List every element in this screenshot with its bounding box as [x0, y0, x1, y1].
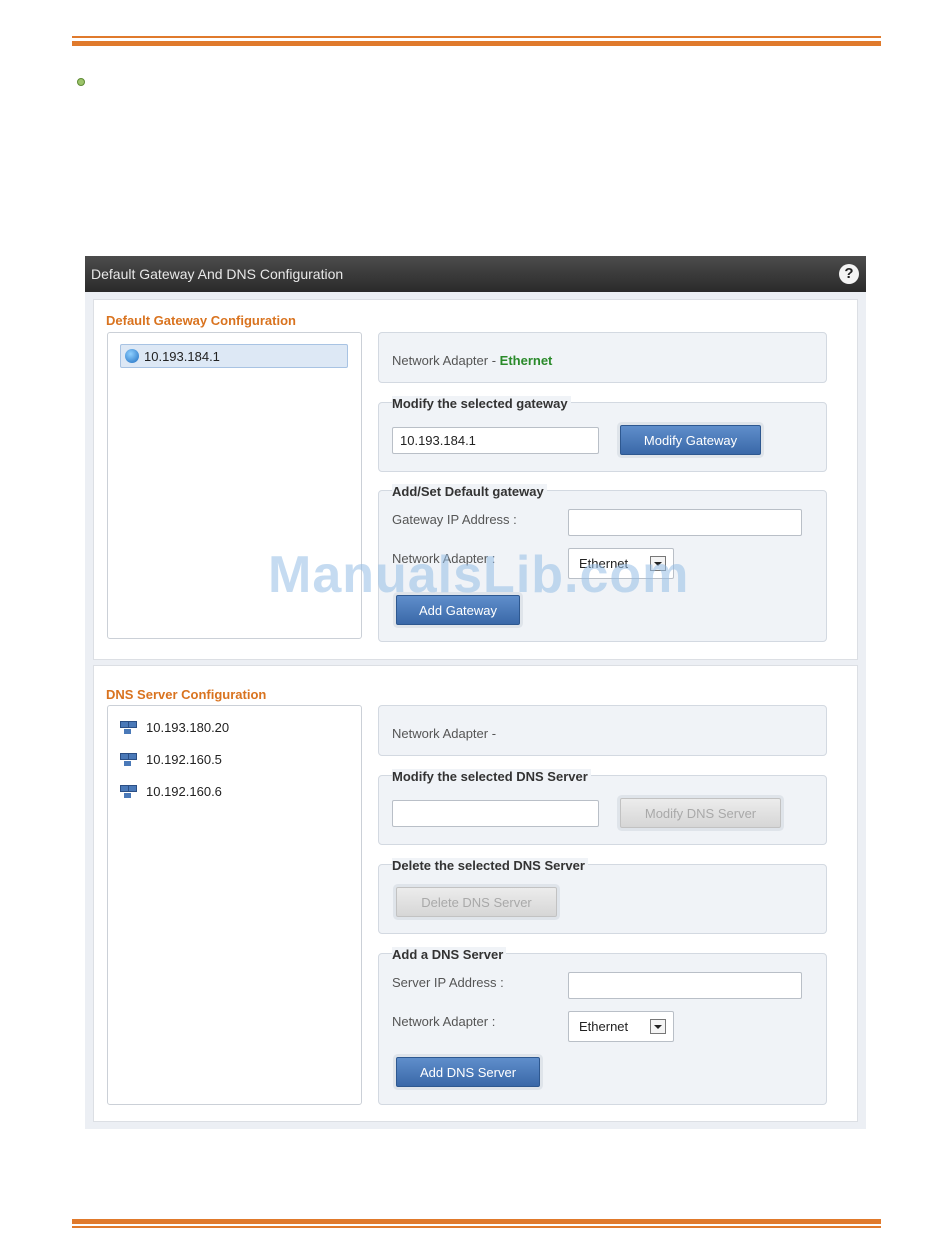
dns-config-window: Default Gateway And DNS Configuration ? …: [85, 256, 866, 1129]
gateway-adapter-select-label: Network Adapter :: [392, 551, 496, 566]
dns-list-item[interactable]: 10.192.160.6: [120, 780, 222, 804]
modify-dns-panel: Modify the selected DNS Server Modify DN…: [378, 769, 827, 845]
gateway-adapter-selected: Ethernet: [579, 556, 629, 571]
modify-dns-button[interactable]: Modify DNS Server: [620, 798, 781, 828]
top-rule: [72, 36, 881, 46]
dns-item-label: 10.192.160.6: [146, 784, 222, 799]
dns-list-item[interactable]: 10.192.160.5: [120, 748, 222, 772]
bottom-rule: [72, 1219, 881, 1228]
dns-item-label: 10.193.180.20: [146, 720, 230, 735]
dns-adapter-panel: Network Adapter -: [378, 705, 827, 756]
gateway-section: Default Gateway Configuration 10.193.184…: [93, 299, 858, 660]
add-gateway-button[interactable]: Add Gateway: [396, 595, 520, 625]
gateway-ip-label: Gateway IP Address :: [392, 512, 517, 527]
network-icon: [120, 721, 137, 734]
bullet-icon: [77, 78, 85, 86]
gateway-adapter-info: Network Adapter - Ethernet: [392, 353, 552, 368]
gateway-ip-input[interactable]: [568, 509, 802, 536]
network-icon: [120, 753, 137, 766]
delete-dns-title: Delete the selected DNS Server: [392, 858, 588, 873]
add-gateway-panel: Add/Set Default gateway Gateway IP Addre…: [378, 484, 827, 642]
dns-adapter-selected: Ethernet: [579, 1019, 629, 1034]
chevron-down-icon[interactable]: [650, 556, 666, 571]
dns-ip-input[interactable]: [568, 972, 802, 999]
modify-gateway-panel: Modify the selected gateway Modify Gatew…: [378, 396, 827, 472]
window-title: Default Gateway And DNS Configuration: [91, 266, 344, 282]
delete-dns-button[interactable]: Delete DNS Server: [396, 887, 557, 917]
help-icon[interactable]: ?: [839, 264, 859, 284]
delete-dns-panel: Delete the selected DNS Server Delete DN…: [378, 858, 827, 934]
window-titlebar: Default Gateway And DNS Configuration ?: [85, 256, 866, 292]
network-icon: [120, 785, 137, 798]
modify-gateway-input[interactable]: [392, 427, 599, 454]
gateway-adapter-select[interactable]: Ethernet: [568, 548, 674, 579]
gateway-item-label: 10.193.184.1: [144, 349, 220, 364]
dns-section-title: DNS Server Configuration: [106, 687, 267, 702]
gateway-adapter-label: Network Adapter -: [392, 353, 500, 368]
dns-adapter-select-label: Network Adapter :: [392, 1014, 496, 1029]
modify-dns-title: Modify the selected DNS Server: [392, 769, 591, 784]
dns-adapter-label: Network Adapter -: [392, 726, 497, 741]
dns-item-label: 10.192.160.5: [146, 752, 222, 767]
dns-ip-label: Server IP Address :: [392, 975, 504, 990]
dns-list-item[interactable]: 10.193.180.20: [120, 716, 229, 740]
globe-icon: [125, 349, 139, 363]
modify-gateway-button[interactable]: Modify Gateway: [620, 425, 761, 455]
chevron-down-icon[interactable]: [650, 1019, 666, 1034]
modify-gateway-title: Modify the selected gateway: [392, 396, 571, 411]
add-dns-panel: Add a DNS Server Server IP Address : Net…: [378, 947, 827, 1105]
gateway-adapter-panel: Network Adapter - Ethernet: [378, 332, 827, 383]
gateway-list[interactable]: 10.193.184.1: [107, 332, 362, 639]
dns-list[interactable]: 10.193.180.20 10.192.160.5 10.192.160.6: [107, 705, 362, 1105]
gateway-section-title: Default Gateway Configuration: [106, 313, 296, 328]
gateway-list-item[interactable]: 10.193.184.1: [120, 344, 348, 368]
modify-dns-input[interactable]: [392, 800, 599, 827]
gateway-adapter-value: Ethernet: [499, 353, 553, 368]
add-dns-title: Add a DNS Server: [392, 947, 507, 962]
dns-adapter-select[interactable]: Ethernet: [568, 1011, 674, 1042]
add-gateway-title: Add/Set Default gateway: [392, 484, 547, 499]
add-dns-button[interactable]: Add DNS Server: [396, 1057, 540, 1087]
dns-section: DNS Server Configuration 10.193.180.20 1…: [93, 665, 858, 1122]
